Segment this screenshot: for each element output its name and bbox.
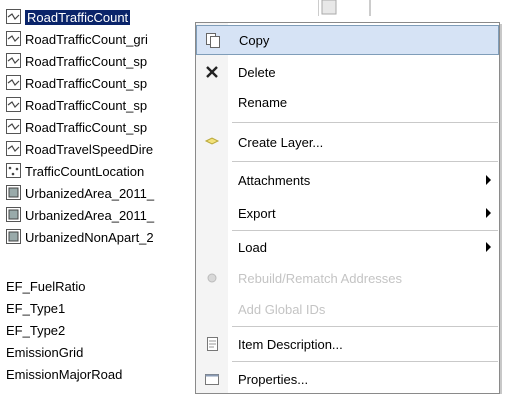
tree-item[interactable]: UrbanizedArea_2011_	[6, 205, 154, 225]
rematch-icon	[196, 263, 228, 293]
line-feature-class-icon	[6, 31, 22, 47]
tree-item[interactable]: RoadTrafficCount_sp	[6, 51, 147, 71]
polygon-feature-class-icon	[6, 185, 22, 201]
line-feature-class-icon	[6, 119, 22, 135]
menu-item-label: Create Layer...	[238, 134, 324, 150]
properties-icon	[196, 364, 228, 394]
tree-item[interactable]: RoadTrafficCount_sp	[6, 95, 147, 115]
menu-item-rematch-addresses: Rebuild/Rematch Addresses	[196, 263, 499, 293]
tree-item-label: RoadTrafficCount_sp	[25, 119, 148, 135]
menu-item-export[interactable]: Export	[196, 198, 499, 228]
tree-item[interactable]: EF_FuelRatio	[6, 276, 85, 296]
tree-item-label: EF_Type2	[6, 322, 66, 338]
tree-item[interactable]: EmissionGrid	[6, 342, 83, 362]
tree-item[interactable]: UrbanizedNonApart_2	[6, 227, 154, 247]
column-divider	[317, 0, 378, 16]
menu-item-delete[interactable]: Delete	[196, 57, 499, 87]
tree-item[interactable]: RoadTrafficCount	[6, 7, 131, 27]
tree-item[interactable]: RoadTrafficCount_gri	[6, 29, 148, 49]
tree-item[interactable]: RoadTrafficCount_sp	[6, 117, 147, 137]
line-feature-class-icon	[6, 9, 22, 25]
menu-item-label: Item Description...	[238, 336, 343, 352]
tree-item[interactable]: EF_Type2	[6, 320, 65, 340]
menu-item-label: Properties...	[238, 371, 309, 387]
tree-item[interactable]: EF_Type1	[6, 298, 65, 318]
tree-item-label: RoadTrafficCount	[25, 9, 131, 25]
line-feature-class-icon	[6, 141, 22, 157]
submenu-arrow-icon	[486, 242, 491, 252]
menu-separator	[232, 122, 498, 123]
copy-icon	[197, 25, 229, 55]
tree-item[interactable]: EmissionMajorRoad	[6, 364, 122, 384]
menu-item-label: Rename	[238, 94, 288, 110]
line-feature-class-icon	[6, 75, 22, 91]
menu-separator	[232, 361, 498, 362]
menu-item-label: Attachments	[238, 172, 311, 188]
point-feature-class-icon	[6, 163, 22, 179]
tree-item-label: RoadTrafficCount_sp	[25, 75, 148, 91]
menu-item-rename[interactable]: Rename	[196, 87, 499, 117]
tree-item[interactable]: RoadTravelSpeedDire	[6, 139, 153, 159]
tree-item-label: TrafficCountLocation	[25, 163, 145, 179]
tree-item[interactable]: RoadTrafficCount_sp	[6, 73, 147, 93]
menu-item-label: Copy	[239, 32, 270, 48]
tree-item-label: EmissionMajorRoad	[6, 366, 123, 382]
menu-item-label: Delete	[238, 64, 276, 80]
menu-item-create-layer[interactable]: Create Layer...	[196, 127, 499, 157]
menu-separator	[232, 326, 498, 327]
tree-item-label: RoadTrafficCount_gri	[25, 31, 148, 47]
menu-separator	[232, 230, 498, 231]
menu-item-load[interactable]: Load	[196, 232, 499, 262]
menu-item-attachments[interactable]: Attachments	[196, 165, 499, 195]
context-menu: Copy Delete Rename Create Layer... Attac…	[195, 22, 500, 394]
tree-item-label: EF_FuelRatio	[6, 278, 86, 294]
tree-item-label: UrbanizedArea_2011_	[25, 185, 155, 201]
menu-item-copy[interactable]: Copy	[196, 25, 499, 55]
menu-item-label: Export	[238, 205, 276, 221]
tree-item-label: RoadTrafficCount_sp	[25, 53, 148, 69]
line-feature-class-icon	[6, 97, 22, 113]
layer-icon	[196, 127, 228, 157]
tree-item-label: UrbanizedArea_2011_	[25, 207, 155, 223]
delete-icon	[196, 57, 228, 87]
menu-item-properties[interactable]: Properties...	[196, 364, 499, 394]
menu-item-label: Rebuild/Rematch Addresses	[238, 270, 403, 286]
menu-separator	[232, 161, 498, 162]
tree-item[interactable]: TrafficCountLocation	[6, 161, 144, 181]
menu-item-item-description[interactable]: Item Description...	[196, 329, 499, 359]
tree-item-label: EmissionGrid	[6, 344, 84, 360]
tree-item[interactable]: UrbanizedArea_2011_	[6, 183, 154, 203]
line-feature-class-icon	[6, 53, 22, 69]
submenu-arrow-icon	[486, 208, 491, 218]
menu-item-add-global-ids: Add Global IDs	[196, 294, 499, 324]
tree-item-label: EF_Type1	[6, 300, 66, 316]
tree-item-label: RoadTravelSpeedDire	[25, 141, 154, 157]
polygon-feature-class-icon	[6, 229, 22, 245]
polygon-feature-class-icon	[6, 207, 22, 223]
item-description-icon	[196, 329, 228, 359]
submenu-arrow-icon	[486, 175, 491, 185]
tree-item-label: RoadTrafficCount_sp	[25, 97, 148, 113]
menu-item-label: Add Global IDs	[238, 301, 326, 317]
menu-item-label: Load	[238, 239, 267, 255]
tree-item-label: UrbanizedNonApart_2	[25, 229, 154, 245]
